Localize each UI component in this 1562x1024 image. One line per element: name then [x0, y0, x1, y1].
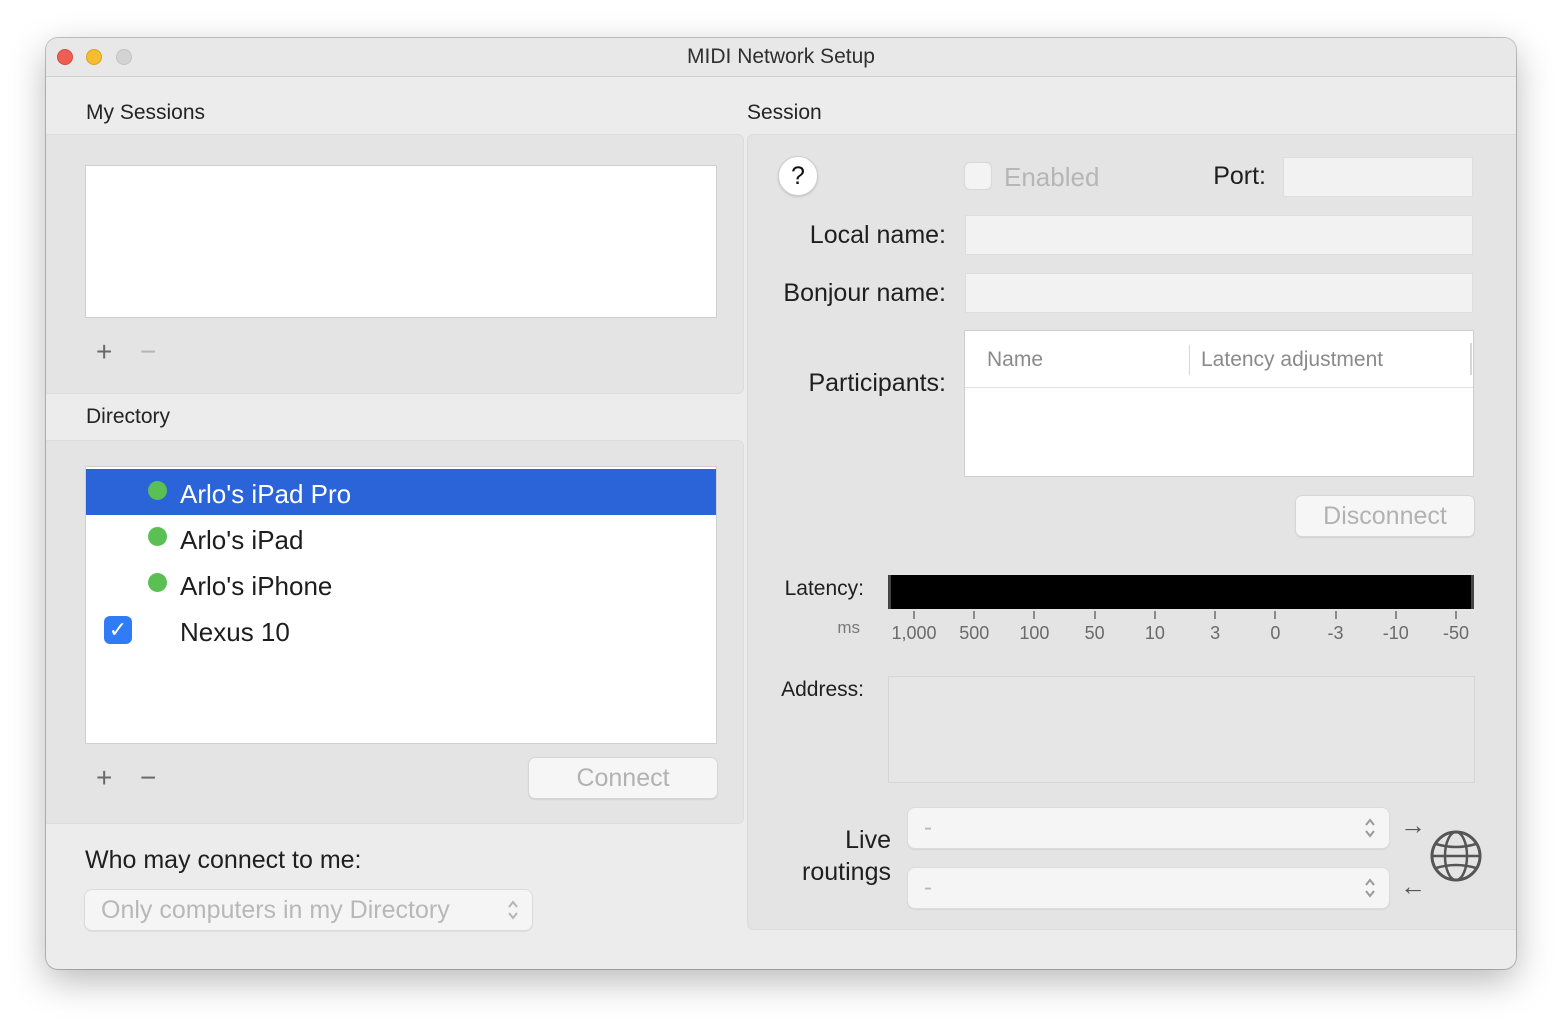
remove-session-button[interactable]: −: [140, 338, 156, 366]
online-status-icon: [148, 527, 167, 546]
latency-tick-label: 50: [1084, 623, 1105, 643]
latency-tick-label: -3: [1327, 623, 1344, 643]
routing-in-select[interactable]: -: [907, 867, 1390, 909]
latency-tick-mark: [1153, 611, 1156, 619]
latency-tick-mark: [973, 611, 976, 619]
enabled-checkbox[interactable]: [964, 162, 992, 190]
latency-tick-mark: [1033, 611, 1036, 619]
routing-out-select[interactable]: -: [907, 807, 1390, 849]
disconnect-button[interactable]: Disconnect: [1295, 495, 1475, 537]
address-field[interactable]: [888, 676, 1475, 783]
directory-item[interactable]: ✓ Nexus 10: [86, 607, 716, 653]
latency-tick-label: 10: [1144, 623, 1165, 643]
latency-tick-mark: [1334, 611, 1337, 619]
latency-label: Latency:: [784, 577, 864, 600]
live-routings-label-line2: routings: [802, 858, 891, 886]
latency-tick-label: 0: [1270, 623, 1281, 643]
latency-tick-mark: [913, 611, 915, 619]
chevron-updown-icon: [508, 900, 518, 920]
latency-tick-mark: [1455, 611, 1457, 619]
participants-label: Participants:: [808, 369, 946, 397]
column-header-name[interactable]: Name: [987, 348, 1043, 372]
latency-tick-mark: [1093, 611, 1096, 619]
participants-table[interactable]: Name Latency adjustment: [964, 330, 1474, 477]
arrow-right-icon: →: [1400, 810, 1426, 840]
directory-list[interactable]: Arlo's iPad Pro Arlo's iPad Arlo's iPhon…: [85, 466, 717, 744]
who-may-connect-label: Who may connect to me:: [85, 846, 362, 874]
who-may-connect-select[interactable]: Only computers in my Directory: [84, 889, 533, 931]
column-divider: [1470, 343, 1472, 375]
latency-unit-label: ms: [837, 618, 860, 637]
live-routings-label-line1: Live: [845, 826, 891, 854]
column-divider: [1189, 345, 1190, 375]
latency-tick-label: 1,000: [891, 623, 937, 643]
title-bar: MIDI Network Setup: [46, 38, 1516, 77]
directory-item[interactable]: Arlo's iPad: [86, 515, 716, 561]
latency-tick-mark: [1214, 611, 1217, 619]
my-sessions-label: My Sessions: [86, 101, 206, 124]
midi-network-setup-window: MIDI Network Setup My Sessions + − Direc…: [46, 38, 1516, 969]
bonjour-name-field[interactable]: [965, 273, 1473, 313]
chevron-updown-icon: [1365, 818, 1375, 838]
directory-label: Directory: [86, 405, 171, 428]
bonjour-name-label: Bonjour name:: [783, 279, 946, 307]
session-label: Session: [747, 101, 822, 124]
directory-item-name: Arlo's iPad: [180, 525, 304, 555]
latency-tick-label: 3: [1210, 623, 1221, 643]
local-name-field[interactable]: [965, 215, 1473, 255]
latency-tick-label: 500: [959, 623, 990, 643]
checkmark-checkbox-icon[interactable]: ✓: [104, 616, 132, 644]
help-button[interactable]: ?: [778, 156, 818, 196]
routing-out-value: -: [924, 814, 932, 841]
routing-in-value: -: [924, 874, 932, 901]
latency-tick-label: -50: [1442, 623, 1470, 643]
directory-item[interactable]: Arlo's iPad Pro: [86, 469, 716, 515]
directory-item-name: Arlo's iPhone: [180, 571, 333, 601]
chevron-updown-icon: [1365, 878, 1375, 898]
local-name-label: Local name:: [809, 221, 946, 249]
remove-directory-button[interactable]: −: [140, 764, 156, 792]
online-status-icon: [148, 481, 167, 500]
address-label: Address:: [781, 678, 864, 701]
column-header-latency-adjustment[interactable]: Latency adjustment: [1201, 348, 1383, 372]
directory-item[interactable]: Arlo's iPhone: [86, 561, 716, 607]
port-label: Port:: [1213, 162, 1266, 190]
arrow-left-icon: ←: [1400, 871, 1426, 901]
online-status-icon: [148, 573, 167, 592]
who-may-connect-value: Only computers in my Directory: [101, 896, 450, 924]
window-title: MIDI Network Setup: [687, 45, 875, 68]
latency-tick-label: 100: [1019, 623, 1050, 643]
add-session-button[interactable]: +: [96, 338, 112, 366]
latency-tick-label: -10: [1382, 623, 1409, 643]
participants-header: Name Latency adjustment: [965, 331, 1473, 388]
latency-tick-mark: [1274, 611, 1277, 619]
my-sessions-list[interactable]: [85, 165, 717, 318]
directory-item-name: Nexus 10: [180, 617, 290, 647]
enabled-label: Enabled: [1004, 162, 1100, 192]
globe-icon[interactable]: [1428, 828, 1484, 884]
latency-meter: [888, 575, 1474, 609]
directory-item-name: Arlo's iPad Pro: [180, 479, 352, 509]
connect-button[interactable]: Connect: [528, 757, 718, 799]
port-field[interactable]: [1283, 157, 1473, 197]
latency-tick-mark: [1394, 611, 1397, 619]
add-directory-button[interactable]: +: [96, 764, 112, 792]
